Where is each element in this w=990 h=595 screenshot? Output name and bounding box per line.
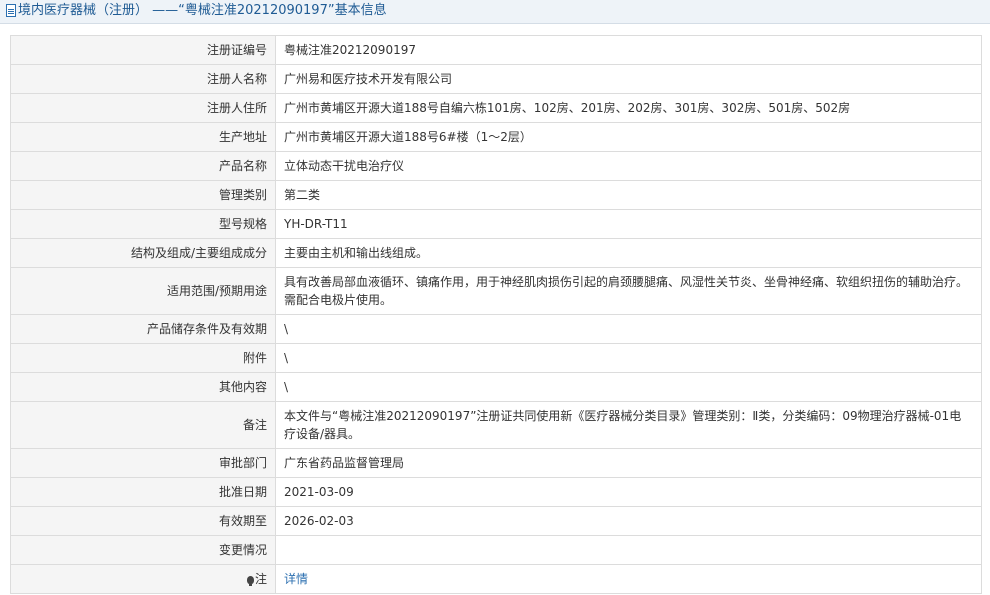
row-label: 产品名称 — [10, 151, 276, 181]
row-label: 注册人住所 — [10, 93, 276, 123]
page-title: 境内医疗器械（注册） ——“粤械注准20212090197”基本信息 — [18, 3, 387, 18]
note-value-cell: 详情 — [275, 564, 982, 594]
note-label: 注 — [254, 572, 267, 586]
row-label: 批准日期 — [10, 477, 276, 507]
row-value: 2026-02-03 — [275, 506, 982, 536]
row-label: 管理类别 — [10, 180, 276, 210]
row-value: 具有改善局部血液循环、镇痛作用，用于神经肌肉损伤引起的肩颈腰腿痛、风湿性关节炎、… — [275, 267, 982, 315]
row-value: 本文件与“粤械注准20212090197”注册证共同使用新《医疗器械分类目录》管… — [275, 401, 982, 449]
row-label: 结构及组成/主要组成成分 — [10, 238, 276, 268]
row-value: 广东省药品监督管理局 — [275, 448, 982, 478]
row-value: 广州易和医疗技术开发有限公司 — [275, 64, 982, 94]
table-row: 管理类别 第二类 — [10, 180, 982, 210]
row-label: 变更情况 — [10, 535, 276, 565]
row-value: 广州市黄埔区开源大道188号自编六栋101房、102房、201房、202房、30… — [275, 93, 982, 123]
row-value: 主要由主机和输出线组成。 — [275, 238, 982, 268]
table-row: 注册人住所 广州市黄埔区开源大道188号自编六栋101房、102房、201房、2… — [10, 93, 982, 123]
note-row: 注 详情 — [10, 564, 982, 594]
note-label-cell: 注 — [10, 564, 276, 594]
row-value: \ — [275, 343, 982, 373]
row-value: YH-DR-T11 — [275, 209, 982, 239]
document-icon — [6, 4, 16, 17]
row-value: 第二类 — [275, 180, 982, 210]
row-value: \ — [275, 314, 982, 344]
row-label: 审批部门 — [10, 448, 276, 478]
row-value: 广州市黄埔区开源大道188号6#楼（1～2层） — [275, 122, 982, 152]
row-value: 粤械注准20212090197 — [275, 35, 982, 65]
row-label: 备注 — [10, 401, 276, 449]
table-row: 注册人名称 广州易和医疗技术开发有限公司 — [10, 64, 982, 94]
row-value: \ — [275, 372, 982, 402]
details-link[interactable]: 详情 — [284, 572, 308, 586]
table-row: 批准日期 2021-03-09 — [10, 477, 982, 507]
table-row: 适用范围/预期用途 具有改善局部血液循环、镇痛作用，用于神经肌肉损伤引起的肩颈腰… — [10, 267, 982, 315]
page-header: 境内医疗器械（注册） ——“粤械注准20212090197”基本信息 — [0, 0, 990, 24]
row-label: 有效期至 — [10, 506, 276, 536]
table-row: 产品储存条件及有效期 \ — [10, 314, 982, 344]
table-row: 备注 本文件与“粤械注准20212090197”注册证共同使用新《医疗器械分类目… — [10, 401, 982, 449]
table-row: 变更情况 — [10, 535, 982, 565]
row-label: 注册人名称 — [10, 64, 276, 94]
table-row: 生产地址 广州市黄埔区开源大道188号6#楼（1～2层） — [10, 122, 982, 152]
row-label: 产品储存条件及有效期 — [10, 314, 276, 344]
table-row: 有效期至 2026-02-03 — [10, 506, 982, 536]
row-value: 立体动态干扰电治疗仪 — [275, 151, 982, 181]
table-row: 附件 \ — [10, 343, 982, 373]
table-row: 产品名称 立体动态干扰电治疗仪 — [10, 151, 982, 181]
row-label: 其他内容 — [10, 372, 276, 402]
row-value: 2021-03-09 — [275, 477, 982, 507]
row-label: 附件 — [10, 343, 276, 373]
table-row: 审批部门 广东省药品监督管理局 — [10, 448, 982, 478]
row-label: 生产地址 — [10, 122, 276, 152]
table-row: 其他内容 \ — [10, 372, 982, 402]
bulb-icon — [246, 576, 254, 586]
table-row: 注册证编号 粤械注准20212090197 — [10, 35, 982, 65]
row-label: 适用范围/预期用途 — [10, 267, 276, 315]
table-row: 结构及组成/主要组成成分 主要由主机和输出线组成。 — [10, 238, 982, 268]
info-table: 注册证编号 粤械注准20212090197 注册人名称 广州易和医疗技术开发有限… — [10, 35, 982, 594]
row-label: 型号规格 — [10, 209, 276, 239]
row-label: 注册证编号 — [10, 35, 276, 65]
table-row: 型号规格 YH-DR-T11 — [10, 209, 982, 239]
row-value — [275, 535, 982, 565]
